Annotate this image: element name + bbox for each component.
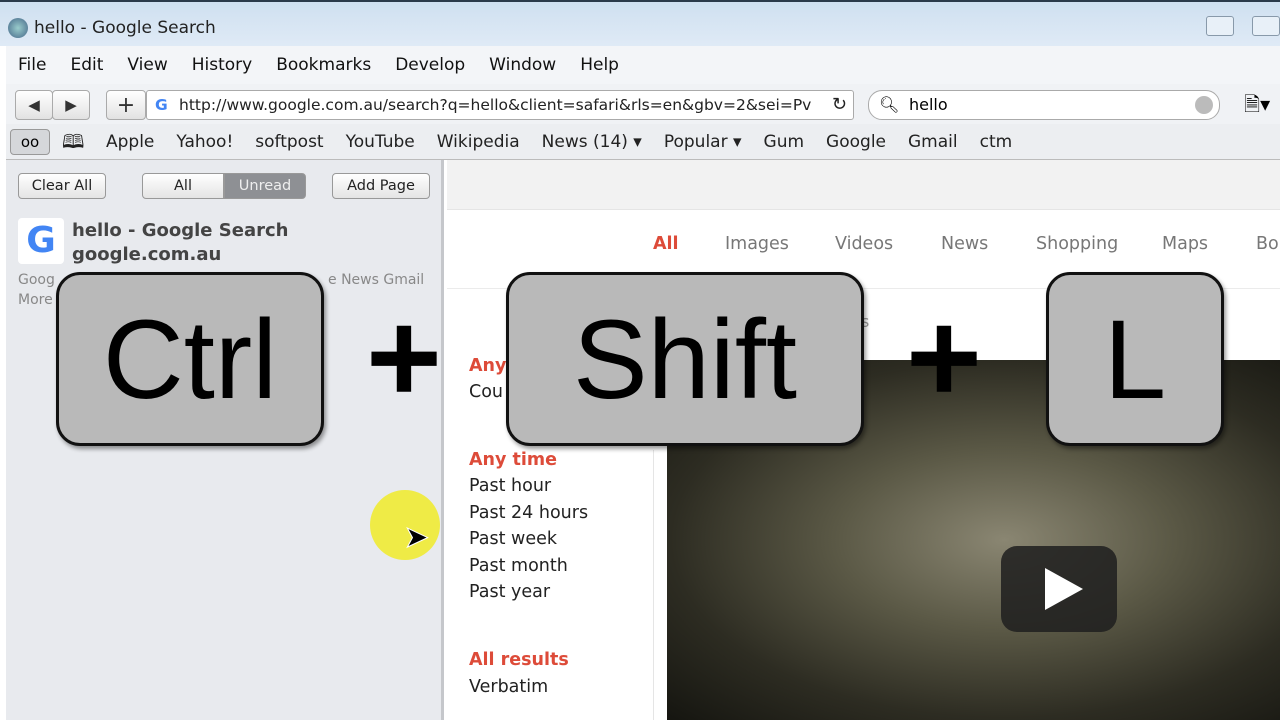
- filter-time-option[interactable]: Past hour: [469, 476, 551, 496]
- menu-bar: File Edit View History Bookmarks Develop…: [6, 46, 1280, 84]
- reading-list-icon[interactable]: oo: [10, 129, 50, 155]
- item-domain: google.com.au: [72, 244, 222, 265]
- back-button[interactable]: ◀: [15, 90, 53, 120]
- maximize-button[interactable]: [1252, 16, 1280, 36]
- item-title: hello - Google Search: [72, 220, 289, 241]
- search-field[interactable]: 🔍︎ hello: [868, 90, 1220, 120]
- clear-all-button[interactable]: Clear All: [18, 173, 106, 199]
- filter-all-button[interactable]: All: [142, 173, 224, 199]
- bookmark-item[interactable]: Gmail: [908, 132, 958, 152]
- tab-shopping[interactable]: Shopping: [1036, 234, 1118, 254]
- google-logo-icon: G: [18, 218, 64, 264]
- menu-develop[interactable]: Develop: [395, 55, 465, 75]
- menu-edit[interactable]: Edit: [70, 55, 103, 75]
- menu-bookmarks[interactable]: Bookmarks: [276, 55, 371, 75]
- key-ctrl: Ctrl: [56, 272, 324, 446]
- google-favicon-icon: G: [155, 96, 168, 114]
- bookmark-item[interactable]: Yahoo!: [176, 132, 233, 152]
- play-icon[interactable]: [1001, 546, 1117, 632]
- bookmark-item[interactable]: Google: [826, 132, 886, 152]
- filter-time-option[interactable]: Past 24 hours: [469, 503, 588, 523]
- tab-all[interactable]: All: [653, 234, 679, 254]
- menu-history[interactable]: History: [192, 55, 252, 75]
- menu-file[interactable]: File: [18, 55, 46, 75]
- mouse-pointer-icon: ➤: [403, 520, 430, 556]
- item-snippet: More: [18, 292, 53, 308]
- safari-icon: [8, 18, 28, 38]
- tab-images[interactable]: Images: [725, 234, 789, 254]
- filter-verbatim[interactable]: Verbatim: [469, 677, 548, 697]
- reload-icon[interactable]: ↻: [832, 91, 847, 119]
- divider: [653, 450, 654, 720]
- add-bookmark-button[interactable]: +: [106, 90, 146, 120]
- title-bar: hello - Google Search: [0, 0, 1280, 46]
- plus-sign: +: [366, 284, 442, 430]
- tab-news[interactable]: News: [941, 234, 988, 254]
- bookmark-item[interactable]: ctm: [980, 132, 1013, 152]
- bookmark-item[interactable]: News (14) ▾: [542, 132, 642, 152]
- search-icon: 🔍︎: [879, 95, 900, 114]
- forward-button[interactable]: ▶: [52, 90, 90, 120]
- tab-books[interactable]: Bo: [1256, 234, 1279, 254]
- filter-time-option[interactable]: Past week: [469, 529, 557, 549]
- menu-view[interactable]: View: [127, 55, 167, 75]
- filter-unread-button[interactable]: Unread: [224, 173, 306, 199]
- bookmark-item[interactable]: Gum: [764, 132, 805, 152]
- toolbar: ◀ ▶ + G http://www.google.com.au/search?…: [6, 84, 1280, 124]
- key-shift: Shift: [506, 272, 864, 446]
- bookmarks-bar: oo 🕮 Apple Yahoo! softpost YouTube Wikip…: [6, 124, 1280, 160]
- filter-results-heading[interactable]: All results: [469, 650, 569, 670]
- search-value: hello: [909, 95, 948, 114]
- clear-search-icon[interactable]: [1195, 96, 1213, 114]
- tab-maps[interactable]: Maps: [1162, 234, 1208, 254]
- bookmark-item[interactable]: Wikipedia: [437, 132, 520, 152]
- page-menu-icon[interactable]: 🗎▾: [1244, 90, 1270, 124]
- key-l: L: [1046, 272, 1224, 446]
- bookmarks-book-icon[interactable]: 🕮: [62, 128, 84, 160]
- menu-window[interactable]: Window: [489, 55, 556, 75]
- url-text: http://www.google.com.au/search?q=hello&…: [179, 96, 812, 114]
- search-header: [447, 160, 1280, 210]
- bookmark-item[interactable]: Popular ▾: [664, 132, 742, 152]
- filter-time-option[interactable]: Past month: [469, 556, 568, 576]
- plus-sign: +: [906, 284, 982, 430]
- bookmark-item[interactable]: softpost: [255, 132, 323, 152]
- bookmark-item[interactable]: Apple: [106, 132, 154, 152]
- add-page-button[interactable]: Add Page: [332, 173, 430, 199]
- item-snippet: Goog: [18, 272, 55, 288]
- filter-any-heading[interactable]: Any: [469, 356, 506, 376]
- filter-country[interactable]: Cou: [469, 382, 503, 402]
- menu-help[interactable]: Help: [580, 55, 619, 75]
- window-title: hello - Google Search: [34, 18, 216, 38]
- bookmark-item[interactable]: YouTube: [346, 132, 415, 152]
- minimize-button[interactable]: [1206, 16, 1234, 36]
- tab-videos[interactable]: Videos: [835, 234, 893, 254]
- address-bar[interactable]: G http://www.google.com.au/search?q=hell…: [146, 90, 854, 120]
- filter-time-heading[interactable]: Any time: [469, 450, 557, 470]
- filter-time-option[interactable]: Past year: [469, 582, 550, 602]
